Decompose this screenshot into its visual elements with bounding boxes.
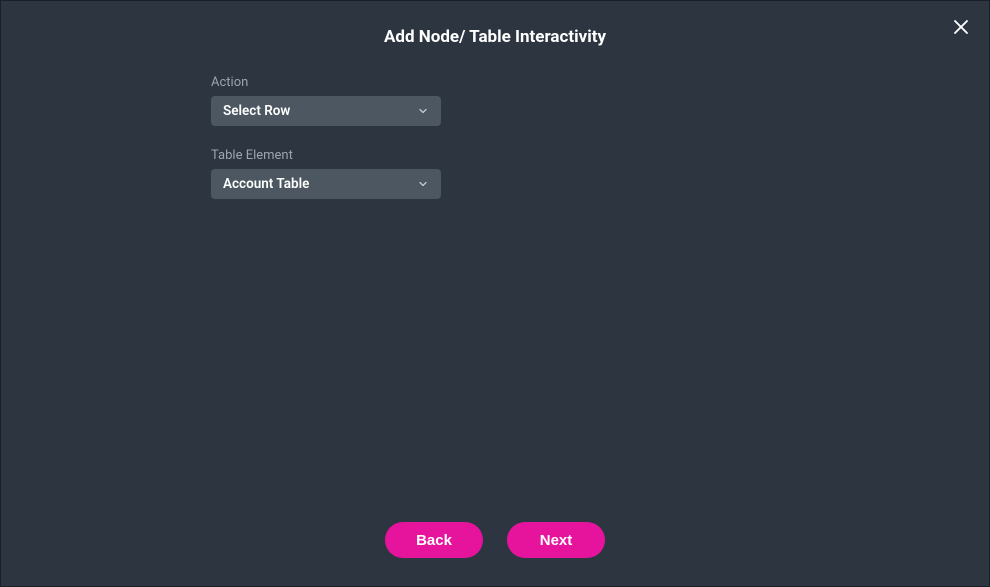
table-element-select-value: Account Table <box>223 176 309 192</box>
modal-footer: Back Next <box>1 522 989 558</box>
close-icon <box>952 18 970 40</box>
action-label: Action <box>211 75 989 90</box>
form-area: Action Select Row Table Element Account … <box>1 47 989 199</box>
close-button[interactable] <box>951 19 971 39</box>
modal-title: Add Node/ Table Interactivity <box>1 1 989 47</box>
table-element-label: Table Element <box>211 148 989 163</box>
action-select[interactable]: Select Row <box>211 96 441 126</box>
action-field-group: Action Select Row <box>211 75 989 126</box>
chevron-down-icon <box>417 105 429 117</box>
next-button[interactable]: Next <box>507 522 605 558</box>
action-select-value: Select Row <box>223 103 290 119</box>
add-node-modal: Add Node/ Table Interactivity Action Sel… <box>1 1 989 586</box>
table-element-field-group: Table Element Account Table <box>211 148 989 199</box>
table-element-select[interactable]: Account Table <box>211 169 441 199</box>
back-button[interactable]: Back <box>385 522 483 558</box>
chevron-down-icon <box>417 178 429 190</box>
